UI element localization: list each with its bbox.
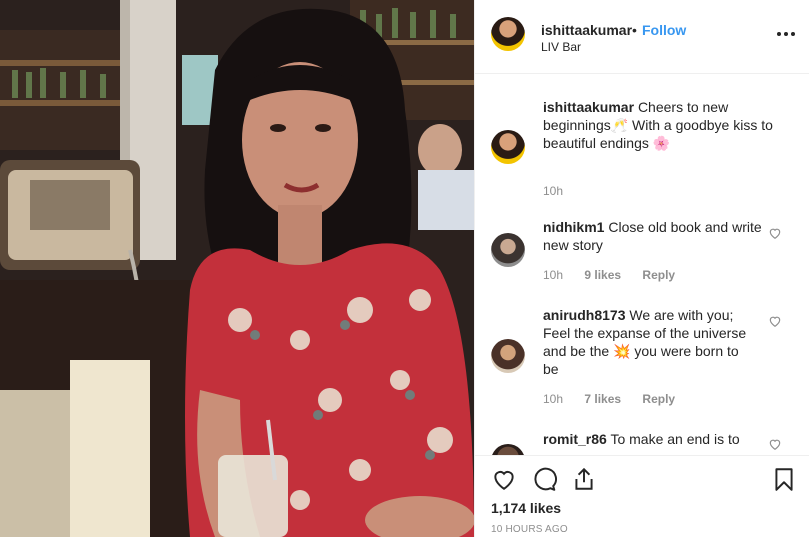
post-timestamp: 10 HOURS AGO <box>491 524 568 535</box>
comment-username[interactable]: anirudh8173 <box>543 307 625 323</box>
comment-avatar[interactable] <box>491 233 525 267</box>
follow-button[interactable]: Follow <box>642 22 686 38</box>
comment-text: romit_r86 To make an end is to <box>543 430 753 448</box>
comment-time: 10h <box>543 268 564 282</box>
comment-body: To make an end is to <box>610 431 740 447</box>
header-separator: • <box>632 22 637 38</box>
more-icon[interactable] <box>777 24 795 44</box>
comment-likes[interactable]: 7 likes <box>584 392 621 406</box>
post-photo[interactable] <box>0 0 474 537</box>
bookmark-icon[interactable] <box>771 466 797 492</box>
author-username[interactable]: ishittaakumar <box>541 22 632 38</box>
reply-button[interactable]: Reply <box>642 268 675 282</box>
photo-illustration <box>0 0 474 537</box>
likes-count[interactable]: 1,174 likes <box>491 500 561 516</box>
caption-avatar[interactable] <box>491 130 525 164</box>
location-link[interactable]: LIV Bar <box>541 40 581 54</box>
caption-time: 10h <box>543 184 564 198</box>
comments-list[interactable]: ishittaakumar Cheers to new beginnings🥂 … <box>475 75 809 455</box>
comment-username[interactable]: nidhikm1 <box>543 219 604 235</box>
post-actions: 1,174 likes 10 HOURS AGO <box>475 455 809 537</box>
comment-likes[interactable]: 9 likes <box>584 268 621 282</box>
comment-meta: 10h 9 likes Reply <box>543 268 693 282</box>
comment-text: nidhikm1 Close old book and write new st… <box>543 218 763 254</box>
comment-avatar[interactable] <box>491 339 525 373</box>
comment-username[interactable]: romit_r86 <box>543 431 607 447</box>
heart-icon[interactable] <box>491 466 517 492</box>
caption-meta: 10h <box>543 184 581 198</box>
post-details-panel: ishittaakumar • Follow LIV Bar ishittaak… <box>474 0 809 537</box>
like-comment-icon[interactable] <box>768 437 782 451</box>
comment-time: 10h <box>543 392 564 406</box>
author-avatar[interactable] <box>491 17 525 51</box>
reply-button[interactable]: Reply <box>642 392 675 406</box>
like-comment-icon[interactable] <box>768 226 782 240</box>
comment-icon[interactable] <box>531 466 557 492</box>
share-icon[interactable] <box>571 466 597 492</box>
caption-text: ishittaakumar Cheers to new beginnings🥂 … <box>543 98 773 152</box>
comment-meta: 10h 7 likes Reply <box>543 392 693 406</box>
comment-avatar[interactable] <box>491 444 525 455</box>
post-header: ishittaakumar • Follow LIV Bar <box>475 0 809 74</box>
like-comment-icon[interactable] <box>768 314 782 328</box>
comment-text: anirudh8173 We are with you; Feel the ex… <box>543 306 753 378</box>
caption-username[interactable]: ishittaakumar <box>543 99 634 115</box>
